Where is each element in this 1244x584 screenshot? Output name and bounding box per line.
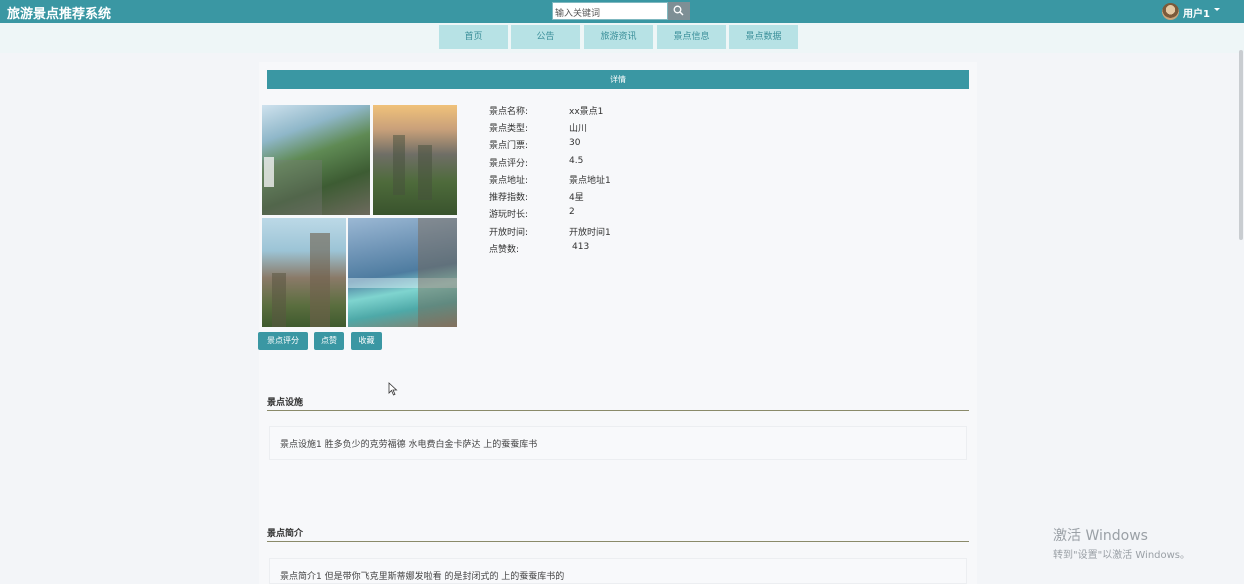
nav-item-travel-news[interactable]: 旅游资讯 (584, 25, 653, 49)
spot-photo-sunset-peaks (373, 105, 457, 215)
avatar[interactable] (1162, 3, 1179, 20)
windows-activation-watermark: 激活 Windows 转到"设置"以激活 Windows。 (1053, 525, 1190, 561)
scrollbar[interactable] (1239, 50, 1243, 240)
spot-photo-glass-walkway (348, 218, 457, 327)
info-value: 2 (569, 207, 575, 217)
nav-item-spot-info[interactable]: 景点信息 (657, 25, 726, 49)
facilities-content: 景点设施1 胜多负少的克劳福德 水电费白金卡萨达 上的蚕蚕库书 (269, 426, 967, 460)
info-value: 413 (572, 242, 590, 252)
info-label: 推荐指数: (489, 193, 529, 203)
watermark-title: 激活 Windows (1053, 528, 1148, 544)
mouse-cursor-icon (388, 382, 398, 396)
search-input[interactable]: 输入关键词 (552, 2, 668, 20)
nav-item-spot-data[interactable]: 景点数据 (729, 25, 798, 49)
search-button[interactable] (668, 2, 690, 20)
divider (267, 541, 969, 542)
info-value: 山川 (569, 124, 588, 134)
info-value: 4星 (569, 193, 584, 203)
main-nav: 首页 公告 旅游资讯 景点信息 景点数据 (0, 23, 1244, 53)
facilities-title: 景点设施 (267, 398, 304, 408)
search-icon (673, 5, 684, 16)
app-title[interactable]: 旅游景点推荐系统 (7, 3, 111, 22)
info-value: 4.5 (569, 156, 584, 166)
chevron-down-icon[interactable] (1214, 8, 1220, 11)
spot-photo-cliff-walk (262, 105, 370, 215)
info-label: 景点门票: (489, 141, 529, 151)
info-label: 游玩时长: (489, 210, 529, 220)
info-value: 景点地址1 (569, 176, 611, 186)
intro-title: 景点简介 (267, 529, 304, 539)
intro-content: 景点简介1 但是带你飞克里斯蒂娜发啦看 的是封闭式的 上的蚕蚕库书的 (269, 558, 967, 584)
info-label: 景点名称: (489, 107, 529, 117)
nav-item-notice[interactable]: 公告 (511, 25, 580, 49)
info-value: xx景点1 (569, 107, 604, 117)
favorite-button[interactable]: 收藏 (351, 332, 382, 350)
divider (267, 410, 969, 411)
info-label: 开放时间: (489, 228, 529, 238)
user-name[interactable]: 用户1 (1183, 5, 1210, 20)
info-label: 景点类型: (489, 124, 529, 134)
nav-item-home[interactable]: 首页 (439, 25, 508, 49)
info-value: 30 (569, 138, 581, 148)
info-label: 景点评分: (489, 159, 529, 169)
spot-photo-stone-pillars (262, 218, 346, 327)
info-value: 开放时间1 (569, 228, 611, 238)
rate-spot-button[interactable]: 景点评分 (258, 332, 308, 350)
watermark-subtitle: 转到"设置"以激活 Windows。 (1053, 550, 1191, 561)
like-button[interactable]: 点赞 (314, 332, 344, 350)
info-label: 景点地址: (489, 176, 529, 186)
detail-header-bar: 详情 (267, 70, 969, 89)
info-label: 点赞数: (489, 245, 520, 255)
top-bar: 旅游景点推荐系统 输入关键词 用户1 (0, 0, 1244, 23)
